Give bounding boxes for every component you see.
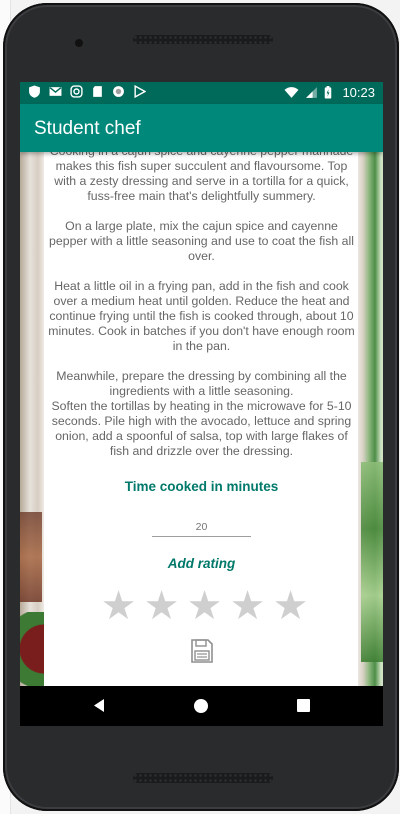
recipe-description: Cooking in a cajun spice and cayenne pep… <box>48 144 355 458</box>
top-speaker <box>133 35 273 44</box>
rating-star-3[interactable]: ★ <box>186 586 223 626</box>
gmail-icon <box>49 87 62 96</box>
instagram-icon <box>70 85 83 98</box>
rating-star-2[interactable]: ★ <box>143 586 180 626</box>
save-icon[interactable] <box>190 638 214 664</box>
app-bar: Student chef <box>20 104 383 152</box>
rating-star-5[interactable]: ★ <box>272 586 309 626</box>
front-camera <box>75 39 83 47</box>
status-bar: 10:23 <box>20 82 383 104</box>
play-store-icon <box>134 85 146 98</box>
sd-card-icon <box>93 86 102 97</box>
rating-star-1[interactable]: ★ <box>100 586 137 626</box>
background-bowl <box>20 612 44 686</box>
back-icon[interactable] <box>92 698 106 713</box>
time-cooked-heading: Time cooked in minutes <box>124 479 279 494</box>
background-lettuce <box>361 462 383 662</box>
battery-icon <box>325 86 332 99</box>
rating-bar[interactable]: ★ ★ ★ ★ ★ <box>100 586 309 626</box>
recipe-card: Cooking in a cajun spice and cayenne pep… <box>45 144 358 686</box>
navigation-bar <box>20 686 383 726</box>
background-food-left <box>20 512 42 602</box>
time-cooked-input[interactable] <box>152 518 251 537</box>
home-icon[interactable] <box>194 699 208 713</box>
rating-star-4[interactable]: ★ <box>229 586 266 626</box>
circle-icon <box>113 86 124 97</box>
phone-screen: 10:23 Student chef Cooking in a cajun sp… <box>20 82 383 726</box>
recent-apps-icon[interactable] <box>297 699 310 712</box>
cell-signal-icon <box>306 87 318 98</box>
app-title: Student chef <box>34 118 141 139</box>
bottom-speaker <box>133 773 273 783</box>
wifi-icon <box>284 87 299 98</box>
status-time: 10:23 <box>342 85 375 100</box>
add-rating-heading: Add rating <box>167 556 236 571</box>
shield-icon <box>29 85 40 98</box>
